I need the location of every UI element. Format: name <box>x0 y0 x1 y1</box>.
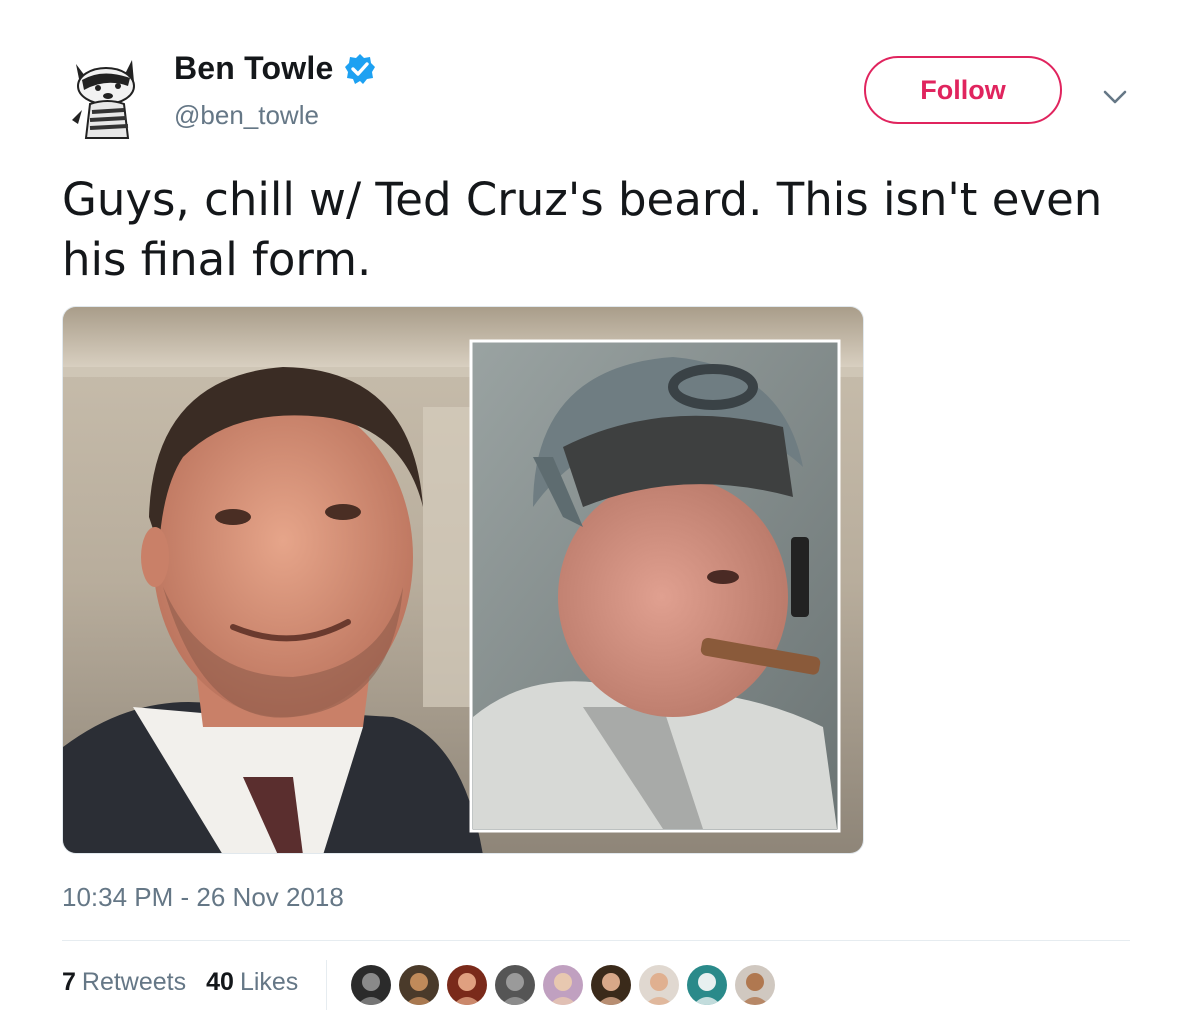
follow-button[interactable]: Follow <box>864 56 1062 124</box>
liker-avatar[interactable] <box>636 962 682 1008</box>
divider <box>62 940 1130 941</box>
liker-avatar[interactable] <box>588 962 634 1008</box>
liker-avatar[interactable] <box>732 962 778 1008</box>
likes-stat[interactable]: 40 Likes <box>206 968 298 997</box>
liker-avatar[interactable] <box>540 962 586 1008</box>
badger-avatar-icon[interactable] <box>62 50 154 142</box>
liker-avatar[interactable] <box>444 962 490 1008</box>
verified-badge-icon <box>343 52 377 86</box>
user-name-row[interactable]: Ben Towle <box>174 50 377 87</box>
tweet-stats: 7 Retweets 40 Likes <box>62 968 298 997</box>
liker-avatar[interactable] <box>492 962 538 1008</box>
display-name[interactable]: Ben Towle <box>174 50 333 87</box>
tweet-card: Ben Towle @ben_towle Follow Guys, chill … <box>0 0 1200 1022</box>
likes-label: Likes <box>239 968 299 996</box>
stats-separator <box>326 960 327 1010</box>
likes-count: 40 <box>206 968 234 996</box>
tweet-timestamp[interactable]: 10:34 PM - 26 Nov 2018 <box>62 882 344 913</box>
liker-avatar[interactable] <box>396 962 442 1008</box>
liker-avatar[interactable] <box>684 962 730 1008</box>
retweets-label: Retweets <box>81 968 187 996</box>
tweet-text: Guys, chill w/ Ted Cruz's beard. This is… <box>62 173 1103 286</box>
liker-avatar[interactable] <box>348 962 394 1008</box>
retweets-count: 7 <box>62 968 76 996</box>
chevron-down-icon[interactable] <box>1100 82 1130 112</box>
retweets-stat[interactable]: 7 Retweets <box>62 968 186 997</box>
tweet-photo[interactable] <box>62 306 864 854</box>
liker-avatars <box>348 962 780 1008</box>
user-handle[interactable]: @ben_towle <box>174 100 319 131</box>
